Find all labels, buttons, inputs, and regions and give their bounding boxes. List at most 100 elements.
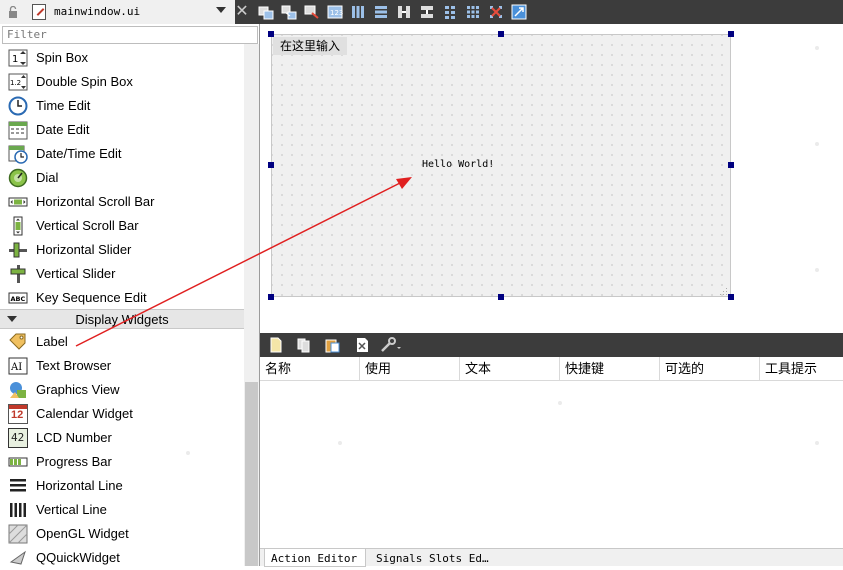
calendar-icon-number: 12 (11, 409, 24, 421)
widget-item-label: Vertical Slider (36, 266, 116, 281)
selection-handle[interactable] (498, 294, 504, 300)
time-edit-icon (8, 96, 28, 116)
chevron-down-icon[interactable] (216, 7, 226, 13)
scrollbar-thumb[interactable] (245, 382, 258, 566)
layout-form-icon[interactable] (442, 4, 458, 20)
lock-icon (9, 6, 17, 18)
column-header-shortcut[interactable]: 快捷键 (560, 357, 660, 380)
delete-action-icon[interactable] (354, 337, 370, 353)
column-header-text[interactable]: 文本 (460, 357, 560, 380)
widget-item-spin-box[interactable]: 1 Spin Box (0, 46, 244, 70)
column-header-tooltip[interactable]: 工具提示 (760, 357, 843, 380)
paste-action-icon[interactable] (324, 337, 340, 353)
layout-horizontal-splitter-icon[interactable] (396, 4, 412, 20)
date-time-edit-icon (8, 145, 28, 164)
vertical-slider-icon (10, 265, 26, 283)
label-icon (9, 333, 26, 350)
widget-item-horizontal-slider[interactable]: Horizontal Slider (0, 238, 244, 262)
edit-tab-order-icon[interactable]: 123 (327, 4, 343, 20)
canvas-dot (815, 142, 819, 146)
break-layout-icon[interactable] (488, 4, 504, 20)
widget-item-calendar-widget[interactable]: 12 Calendar Widget (0, 402, 244, 426)
widget-item-vertical-slider[interactable]: Vertical Slider (0, 262, 244, 286)
selection-handle[interactable] (728, 162, 734, 168)
hello-label[interactable]: Hello World! (422, 159, 494, 170)
text-browser-icon: AI (8, 357, 28, 375)
widget-box-scrollbar[interactable] (244, 44, 259, 566)
opengl-widget-icon (8, 524, 28, 544)
widget-item-vertical-scroll-bar[interactable]: Vertical Scroll Bar (0, 214, 244, 238)
widget-item-key-sequence-edit[interactable]: ABC Key Sequence Edit (0, 286, 244, 310)
widget-item-double-spin-box[interactable]: 1.2 Double Spin Box (0, 70, 244, 94)
selection-handle[interactable] (268, 162, 274, 168)
dial-icon (8, 168, 28, 188)
edit-widgets-icon[interactable] (258, 4, 274, 20)
lcd-icon-number: 42 (11, 431, 25, 444)
new-action-icon[interactable] (268, 337, 284, 353)
layout-grid-icon[interactable] (465, 4, 481, 20)
selection-handle[interactable] (728, 294, 734, 300)
layout-horizontal-icon[interactable] (350, 4, 366, 20)
edit-buddies-icon[interactable] (304, 4, 320, 20)
copy-action-icon[interactable] (296, 337, 312, 353)
widget-item-dial[interactable]: Dial (0, 166, 244, 190)
configure-icon[interactable] (380, 337, 402, 353)
widget-item-label: Vertical Scroll Bar (36, 218, 139, 233)
layout-vertical-splitter-icon[interactable] (419, 4, 435, 20)
widget-item-date-time-edit[interactable]: Date/Time Edit (0, 142, 244, 166)
tab-action-editor[interactable]: Action Editor (264, 549, 366, 567)
widget-item-time-edit[interactable]: Time Edit (0, 94, 244, 118)
widget-item-label: Key Sequence Edit (36, 290, 147, 305)
svg-text:123: 123 (330, 9, 343, 17)
layout-vertical-icon[interactable] (373, 4, 389, 20)
document-icon (32, 4, 46, 20)
filter-input[interactable]: Filter (2, 26, 258, 44)
widget-item-opengl-widget[interactable]: OpenGL Widget (0, 522, 244, 546)
widget-item-label: Label (36, 334, 68, 349)
category-label: Display Widgets (75, 312, 169, 327)
widget-item-label: LCD Number (36, 430, 112, 445)
widget-item-label: Horizontal Slider (36, 242, 132, 257)
close-icon[interactable]: ✕ (234, 3, 250, 21)
menu-bar-type-here[interactable]: 在这里输入 (273, 37, 347, 55)
resize-grip-icon[interactable] (718, 286, 728, 296)
widget-item-label: Spin Box (36, 50, 89, 65)
selection-handle[interactable] (268, 31, 274, 37)
column-header-name[interactable]: 名称 (260, 357, 360, 380)
widget-item-lcd-number[interactable]: 42 LCD Number (0, 426, 244, 450)
svg-text:AI: AI (10, 362, 22, 373)
selection-handle[interactable] (268, 294, 274, 300)
widget-item-date-edit[interactable]: Date Edit (0, 118, 244, 142)
lcd-number-icon: 42 (8, 428, 28, 448)
widget-item-progress-bar[interactable]: Progress Bar (0, 450, 244, 474)
adjust-size-icon[interactable] (511, 4, 527, 20)
column-header-checkable[interactable]: 可选的 (660, 357, 760, 380)
widget-item-qquickwidget[interactable]: QQuickWidget (0, 546, 244, 570)
canvas-dot (815, 268, 819, 272)
widget-item-graphics-view[interactable]: Graphics View (0, 378, 244, 402)
document-selector[interactable]: mainwindow.ui (0, 0, 235, 24)
calendar-widget-icon: 12 (8, 404, 28, 424)
category-display-widgets[interactable]: Display Widgets (0, 309, 244, 329)
widget-item-text-browser[interactable]: AI Text Browser (0, 354, 244, 378)
widget-item-horizontal-line[interactable]: Horizontal Line (0, 474, 244, 498)
svg-text:1.2: 1.2 (10, 79, 21, 87)
selection-handle[interactable] (728, 31, 734, 37)
tab-signals-slots-editor[interactable]: Signals Slots Ed… (370, 549, 495, 567)
widget-item-label-widget[interactable]: Label (0, 330, 244, 354)
widget-item-label: Date/Time Edit (36, 146, 122, 161)
widget-item-label: OpenGL Widget (36, 526, 129, 541)
key-sequence-edit-icon: ABC (8, 292, 28, 304)
edit-signals-slots-icon[interactable] (281, 4, 297, 20)
widget-item-horizontal-scroll-bar[interactable]: Horizontal Scroll Bar (0, 190, 244, 214)
selection-handle[interactable] (498, 31, 504, 37)
widget-item-label: Horizontal Scroll Bar (36, 194, 155, 209)
svg-text:1: 1 (12, 54, 18, 65)
column-header-used[interactable]: 使用 (360, 357, 460, 380)
widget-item-label: Dial (36, 170, 59, 185)
widget-item-vertical-line[interactable]: Vertical Line (0, 498, 244, 522)
spin-box-icon: 1 (8, 49, 28, 67)
canvas-dot (558, 401, 562, 405)
main-window-form[interactable] (271, 34, 731, 297)
widget-item-label: QQuickWidget (36, 550, 120, 565)
